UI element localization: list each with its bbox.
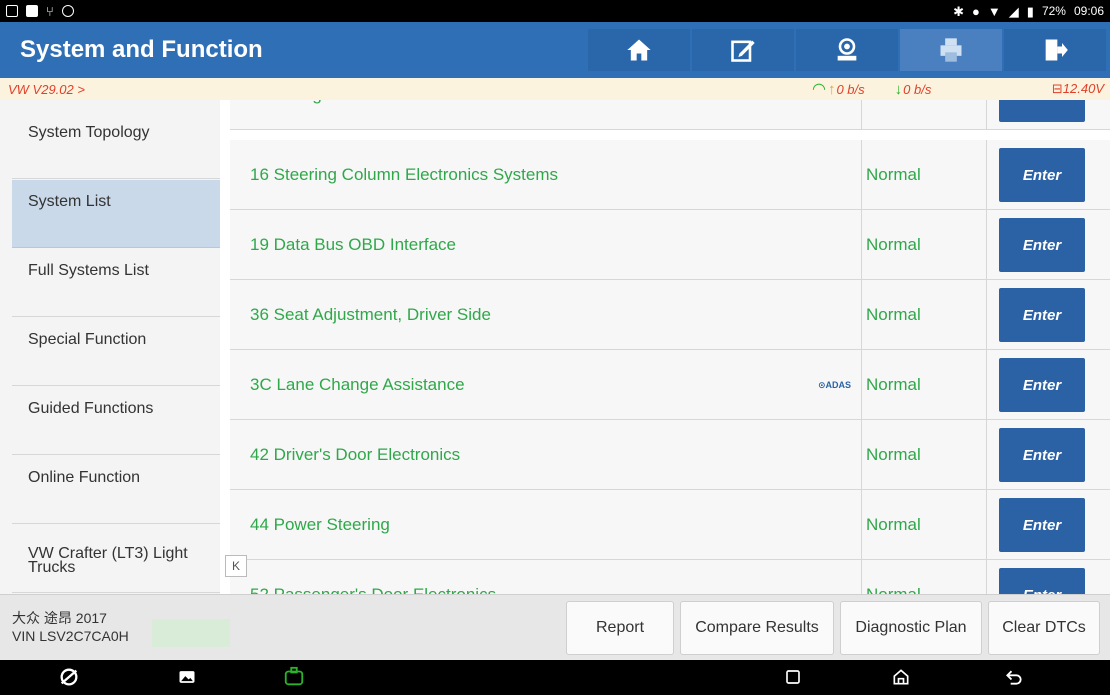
system-status: Normal <box>866 235 921 254</box>
print-icon <box>940 38 962 62</box>
signal-icon: ◢ <box>1008 3 1019 19</box>
enter-button[interactable]: Enter <box>999 148 1085 202</box>
sidebar-item-system-list[interactable]: System List <box>12 180 220 248</box>
app-root: ⑂ ✱ ● ▼ ◢ ▮ 72% 09:06 System and Functio… <box>0 0 1110 695</box>
back-icon[interactable] <box>1003 666 1025 688</box>
function-sidebar: System Topology System List Full Systems… <box>0 100 220 594</box>
system-row[interactable]: 15 Airbag Normal Enter <box>230 100 1110 130</box>
user-feedback-button[interactable] <box>796 29 898 71</box>
system-row[interactable]: 19 Data Bus OBD Interface Normal Enter <box>230 210 1110 280</box>
sidebar-item-guided-functions[interactable]: Guided Functions <box>12 387 220 455</box>
system-status: Normal <box>866 515 921 534</box>
download-arrow-icon: ↓ <box>894 80 903 98</box>
vehicle-model: 大众 途昂 2017 <box>12 610 107 626</box>
android-navigation-bar <box>0 660 1110 695</box>
system-status: Normal <box>866 560 921 594</box>
usb-icon: ⑂ <box>46 3 54 19</box>
app-notification-icon <box>61 5 74 17</box>
system-row[interactable]: 44 Power Steering Normal Enter <box>230 490 1110 560</box>
enter-button[interactable]: Enter <box>999 288 1085 342</box>
vci-icon[interactable] <box>283 666 305 688</box>
battery-level: 72% <box>1041 4 1066 18</box>
exit-button[interactable] <box>1004 29 1106 71</box>
sidebar-item-online-function[interactable]: Online Function <box>12 456 220 524</box>
browser-icon[interactable] <box>58 666 80 688</box>
system-name: 19 Data Bus OBD Interface <box>250 235 456 254</box>
bottom-action-bar: 大众 途昂 2017 VIN LSV2C7CA0H Report Compare… <box>0 594 1110 660</box>
enter-button[interactable]: Enter <box>999 428 1085 482</box>
download-speed: 0 b/s <box>903 81 932 97</box>
system-name: 44 Power Steering <box>250 515 390 534</box>
battery-voltage: 12.40V <box>1062 81 1104 96</box>
edit-button[interactable] <box>692 29 794 71</box>
page-title: System and Function <box>20 36 263 63</box>
clock: 09:06 <box>1073 4 1104 18</box>
upload-speed: 0 b/s <box>836 81 865 97</box>
system-row[interactable]: 42 Driver's Door Electronics Normal Ente… <box>230 420 1110 490</box>
image-icon <box>26 5 38 17</box>
battery-icon: ▮ <box>1026 3 1034 19</box>
sidebar-item-special-function[interactable]: Special Function <box>12 318 220 386</box>
home-icon <box>627 39 651 61</box>
software-version-link[interactable]: VW V29.02 > <box>0 82 812 97</box>
wifi-icon: ◠ <box>812 81 826 98</box>
system-name: 42 Driver's Door Electronics <box>250 445 461 464</box>
system-row[interactable]: 36 Seat Adjustment, Driver Side Normal E… <box>230 280 1110 350</box>
collapse-sidebar-button[interactable]: K <box>225 555 247 577</box>
android-status-bar: ⑂ ✱ ● ▼ ◢ ▮ 72% 09:06 <box>0 0 1110 22</box>
recent-apps-icon[interactable] <box>782 666 804 688</box>
print-button[interactable] <box>900 29 1002 71</box>
system-status: Normal <box>866 305 921 324</box>
system-status: Normal <box>866 100 921 130</box>
diagnostic-plan-button[interactable]: Diagnostic Plan <box>840 601 982 655</box>
system-status: Normal <box>866 375 921 394</box>
gallery-icon[interactable] <box>176 666 198 688</box>
vin-redaction <box>152 619 230 647</box>
system-name: 16 Steering Column Electronics Systems <box>250 165 559 184</box>
system-name: 15 Airbag <box>250 100 322 130</box>
user-feedback-icon <box>837 38 857 61</box>
dnd-icon: ● <box>972 3 980 19</box>
enter-button[interactable]: Enter <box>999 100 1085 122</box>
sidebar-item-system-topology[interactable]: System Topology <box>12 111 220 179</box>
clear-dtcs-button[interactable]: Clear DTCs <box>988 601 1100 655</box>
bluetooth-icon: ✱ <box>953 3 965 19</box>
edit-icon <box>731 40 755 62</box>
system-list[interactable]: 15 Airbag Normal Enter 16 Steering Colum… <box>220 100 1110 594</box>
exit-icon <box>1045 39 1068 61</box>
system-row[interactable]: 3C Lane Change Assistance ⊙ADAS Normal E… <box>230 350 1110 420</box>
enter-button[interactable]: Enter <box>999 568 1085 594</box>
enter-button[interactable]: Enter <box>999 218 1085 272</box>
adas-badge: ⊙ADAS <box>818 380 852 390</box>
system-status: Normal <box>866 165 921 184</box>
screenshot-icon <box>6 5 18 17</box>
system-row[interactable]: 16 Steering Column Electronics Systems N… <box>230 140 1110 210</box>
system-name: 3C Lane Change Assistance <box>250 375 465 394</box>
wifi-status-icon: ▼ <box>987 3 1001 19</box>
compare-results-button[interactable]: Compare Results <box>680 601 834 655</box>
system-row[interactable]: 52 Passenger's Door Electronics Normal E… <box>230 560 1110 594</box>
home-button[interactable] <box>588 29 690 71</box>
system-status: Normal <box>866 445 921 464</box>
upload-arrow-icon: ↑ <box>827 80 836 98</box>
system-name: 36 Seat Adjustment, Driver Side <box>250 305 491 324</box>
report-button[interactable]: Report <box>566 601 674 655</box>
sidebar-item-vw-crafter[interactable]: VW Crafter (LT3) Light Trucks <box>12 525 220 593</box>
home-nav-icon[interactable] <box>890 666 912 688</box>
connection-info-bar: VW V29.02 > ◠ ↑ 0 b/s ↓ 0 b/s ⊟12.40V <box>0 78 1110 100</box>
enter-button[interactable]: Enter <box>999 358 1085 412</box>
vehicle-vin: VIN LSV2C7CA0H <box>12 628 129 644</box>
vehicle-info: 大众 途昂 2017 VIN LSV2C7CA0H <box>12 609 129 645</box>
sidebar-item-full-systems-list[interactable]: Full Systems List <box>12 249 220 317</box>
title-bar: System and Function <box>0 22 1110 78</box>
battery-voltage-icon: ⊟ <box>1051 81 1063 96</box>
system-name: 52 Passenger's Door Electronics <box>250 560 496 594</box>
enter-button[interactable]: Enter <box>999 498 1085 552</box>
